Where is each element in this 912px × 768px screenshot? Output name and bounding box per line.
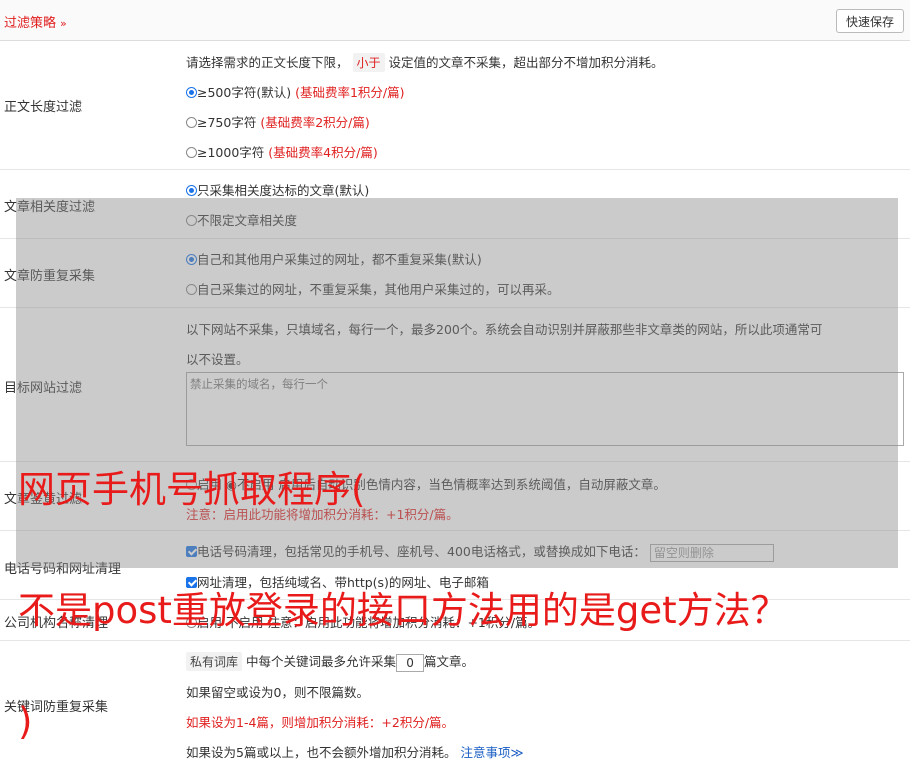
option-text: 自己采集过的网址，不重复采集，其他用户采集过的，可以再采。 [197, 282, 560, 297]
option-note: (基础费率2积分/篇) [260, 115, 370, 130]
row-dedupe: 文章防重复采集 自己和其他用户采集过的网址，都不重复采集(默认) 自己采集过的网… [0, 239, 910, 308]
overlay-caption-line2: 不是post重放登录的接口方法用的是get方法？ [18, 589, 788, 632]
phone-clean-option[interactable]: 电话号码清理，包括常见的手机号、座机号、400电话格式，或替换成如下电话： 留空… [186, 541, 774, 562]
label-dedupe: 文章防重复采集 [4, 269, 96, 284]
overlay-caption-line1: 网页手机号抓取程序( [18, 468, 366, 511]
blocked-domains-textarea[interactable]: 禁止采集的域名，每行一个 [186, 372, 904, 446]
keyword-note-4: 如果设为5篇或以上，也不会额外增加积分消耗。 注意事项≫ [186, 742, 524, 761]
label-length-filter: 正文长度过滤 [4, 100, 83, 115]
notice-link[interactable]: 注意事项≫ [460, 745, 523, 760]
relevance-option-1[interactable]: 只采集相关度达标的文章(默认) [186, 180, 369, 199]
quick-save-button[interactable]: 快速保存 [835, 9, 904, 33]
overlay-caption-line3: ) [18, 700, 33, 743]
option-note: (基础费率4积分/篇) [268, 145, 378, 160]
keyword-limit-post: 篇文章。 [424, 654, 475, 669]
radio-icon[interactable] [186, 284, 197, 295]
row-length-filter: 正文长度过滤 请选择需求的正文长度下限， 小于 设定值的文章不采集，超出部分不增… [0, 41, 910, 170]
section-title[interactable]: 过滤策略» [4, 12, 67, 31]
label-site-filter: 目标网站过滤 [4, 381, 83, 396]
radio-icon[interactable] [186, 147, 197, 158]
option-text: ≥500字符(默认) [197, 85, 292, 100]
phone-clean-text: 电话号码清理，包括常见的手机号、座机号、400电话格式，或替换成如下电话： [197, 544, 646, 559]
option-text: 不限定文章相关度 [197, 213, 298, 228]
option-text: ≥750字符 [197, 115, 257, 130]
length-filter-desc: 请选择需求的正文长度下限， 小于 设定值的文章不采集，超出部分不增加积分消耗。 [186, 52, 664, 72]
radio-icon[interactable] [186, 117, 197, 128]
chevron-down-icon: » [60, 17, 67, 30]
option-note: (基础费率1积分/篇) [295, 85, 405, 100]
option-text: 只采集相关度达标的文章(默认) [197, 183, 370, 198]
filter-strategy-header: 过滤策略» 快速保存 [0, 0, 910, 41]
site-filter-desc-2: 以不设置。 [186, 352, 249, 367]
length-option-750[interactable]: ≥750字符 (基础费率2积分/篇) [186, 112, 370, 131]
option-text: 自己和其他用户采集过的网址，都不重复采集(默认) [197, 252, 482, 267]
label-relevance-filter: 文章相关度过滤 [4, 200, 96, 215]
option-text: ≥1000字符 [197, 145, 265, 160]
dedupe-option-1[interactable]: 自己和其他用户采集过的网址，都不重复采集(默认) [186, 249, 482, 268]
notice-link-text: 注意事项 [460, 745, 511, 760]
row-keyword-dedupe: 关键词防重复采集 私有词库 中每个关键词最多允许采集 0 篇文章。 如果留空或设为0… [0, 641, 910, 768]
less-than-tag: 小于 [352, 53, 385, 72]
keyword-note-4-text: 如果设为5篇或以上，也不会额外增加积分消耗。 [186, 745, 457, 760]
keyword-note-3: 如果设为1-4篇，则增加积分消耗：+2积分/篇。 [186, 715, 455, 730]
radio-selected-icon[interactable] [186, 185, 197, 196]
relevance-option-2[interactable]: 不限定文章相关度 [186, 210, 297, 229]
length-option-500[interactable]: ≥500字符(默认) (基础费率1积分/篇) [186, 82, 405, 101]
keyword-count-input[interactable]: 0 [396, 653, 425, 672]
chevron-down-icon: ≫ [510, 745, 524, 760]
desc-post: 设定值的文章不采集，超出部分不增加积分消耗。 [388, 55, 664, 70]
desc-pre: 请选择需求的正文长度下限， [186, 55, 349, 70]
radio-icon[interactable] [186, 215, 197, 226]
private-lexicon-tag[interactable]: 私有词库 [186, 652, 243, 671]
keyword-limit-line: 私有词库 中每个关键词最多允许采集 0 篇文章。 [186, 651, 474, 672]
site-filter-desc-1: 以下网站不采集，只填域名，每行一个，最多200个。系统会自动识别并屏蔽那些非文章… [186, 322, 823, 337]
replacement-phone-input[interactable]: 留空则删除 [649, 543, 774, 562]
radio-selected-icon[interactable] [186, 87, 197, 98]
length-option-1000[interactable]: ≥1000字符 (基础费率4积分/篇) [186, 142, 378, 161]
checkbox-checked-icon[interactable] [186, 546, 197, 557]
radio-selected-icon[interactable] [186, 254, 197, 265]
section-title-text: 过滤策略 [4, 16, 57, 31]
keyword-note-2: 如果留空或设为0，则不限篇数。 [186, 685, 369, 700]
dedupe-option-2[interactable]: 自己采集过的网址，不重复采集，其他用户采集过的，可以再采。 [186, 279, 560, 298]
label-phone-clean: 电话号码和网址清理 [4, 562, 122, 577]
row-relevance-filter: 文章相关度过滤 只采集相关度达标的文章(默认) 不限定文章相关度 [0, 170, 910, 239]
keyword-limit-text: 中每个关键词最多允许采集 [246, 654, 397, 669]
